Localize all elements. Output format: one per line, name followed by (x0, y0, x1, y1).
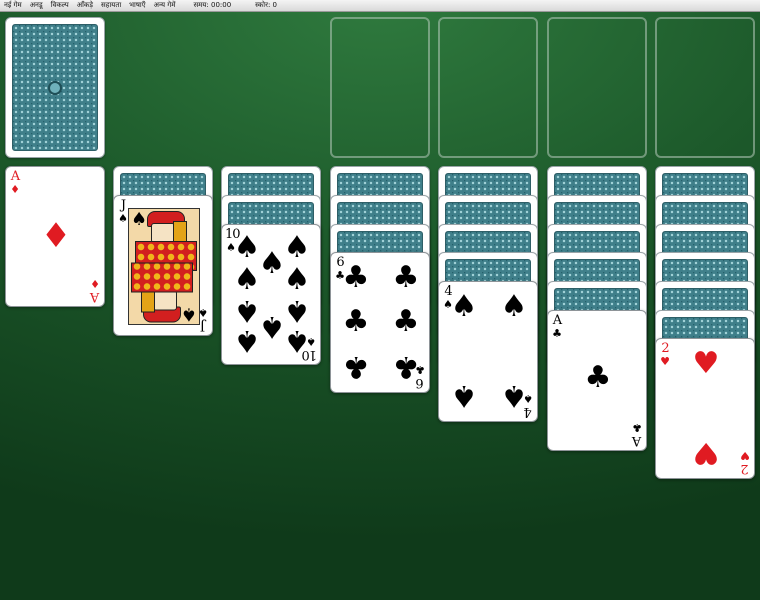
club-icon: ♣ (392, 260, 420, 295)
tableau-card-six-clubs[interactable]: 6 ♣ ♣ ♣ ♣ ♣ ♣ ♣ 6 ♣ (330, 252, 430, 393)
stock-pile[interactable] (5, 17, 105, 158)
club-icon: ♣ (392, 304, 420, 339)
menu-other-games[interactable]: अन्य गेमें (150, 0, 180, 11)
card-index-top: A ♣ (552, 313, 562, 340)
spade-icon: ♠ (180, 303, 197, 324)
menu-statistics[interactable]: आँकड़े (73, 0, 97, 11)
heart-icon: ♥ (692, 435, 720, 470)
card-index-bottom: A ♦ (90, 277, 100, 304)
foundation-4[interactable] (655, 17, 755, 158)
menu-languages[interactable]: भाषाएँ (125, 0, 149, 11)
card-index-bottom: 4 ♠ (523, 392, 533, 419)
timer-display: समय: 00:00 (193, 1, 232, 9)
card-index-bottom: 2 ♥ (740, 449, 750, 476)
tableau-card-ace-clubs[interactable]: A ♣ ♣ A ♣ (547, 310, 647, 451)
spade-icon: ♠ (450, 289, 478, 324)
foundation-3[interactable] (547, 17, 647, 158)
spade-icon: ♠ (233, 323, 261, 358)
diamond-icon: ♦ (40, 216, 72, 256)
club-icon: ♣ (342, 349, 370, 384)
tableau-card-ten-spades[interactable]: 10 ♠ ♠ ♠ ♠ ♠ ♠ ♠ ♠ ♠ ♠ ♠ 10 ♠ (221, 224, 321, 365)
foundation-1[interactable] (330, 17, 430, 158)
menu-help[interactable]: सहायता (97, 0, 125, 11)
menu-bar: नई गेम अनडू विकल्प आँकड़े सहायता भाषाएँ … (0, 0, 760, 12)
tableau-card-jack-spades[interactable]: J ♠ ♠ ♠ J ♠ (113, 195, 213, 336)
menu-undo[interactable]: अनडू (26, 0, 47, 11)
card-back-pattern (12, 24, 98, 151)
heart-icon: ♥ (692, 346, 720, 381)
card-index-bottom: 10 ♠ (302, 335, 317, 362)
tableau-card-four-spades[interactable]: 4 ♠ ♠ ♠ ♠ ♠ 4 ♠ (438, 281, 538, 422)
spade-icon: ♠ (283, 262, 311, 297)
menu-new-game[interactable]: नई गेम (0, 0, 26, 11)
spade-icon: ♠ (450, 378, 478, 413)
foundation-2[interactable] (438, 17, 538, 158)
club-icon: ♣ (342, 304, 370, 339)
card-index-bottom: 6 ♣ (415, 363, 425, 390)
spade-icon: ♠ (131, 209, 148, 230)
spade-icon: ♠ (233, 262, 261, 297)
card-index-top: 2 ♥ (660, 341, 670, 368)
tableau-card-ace-diamonds[interactable]: A ♦ ♦ A ♦ (5, 166, 105, 307)
card-index-bottom: A ♣ (632, 421, 642, 448)
card-index-bottom: J ♠ (198, 306, 208, 333)
menu-options[interactable]: विकल्प (47, 0, 73, 11)
card-index-top: A ♦ (10, 169, 20, 196)
score-display: स्कोर: 0 (255, 1, 277, 9)
card-back-emblem (48, 80, 62, 95)
jack-portrait: ♠ ♠ (128, 208, 200, 325)
club-icon: ♣ (342, 260, 370, 295)
spade-icon: ♠ (500, 289, 528, 324)
tableau-card-two-hearts[interactable]: 2 ♥ ♥ ♥ 2 ♥ (655, 338, 755, 479)
club-icon: ♣ (584, 360, 612, 395)
